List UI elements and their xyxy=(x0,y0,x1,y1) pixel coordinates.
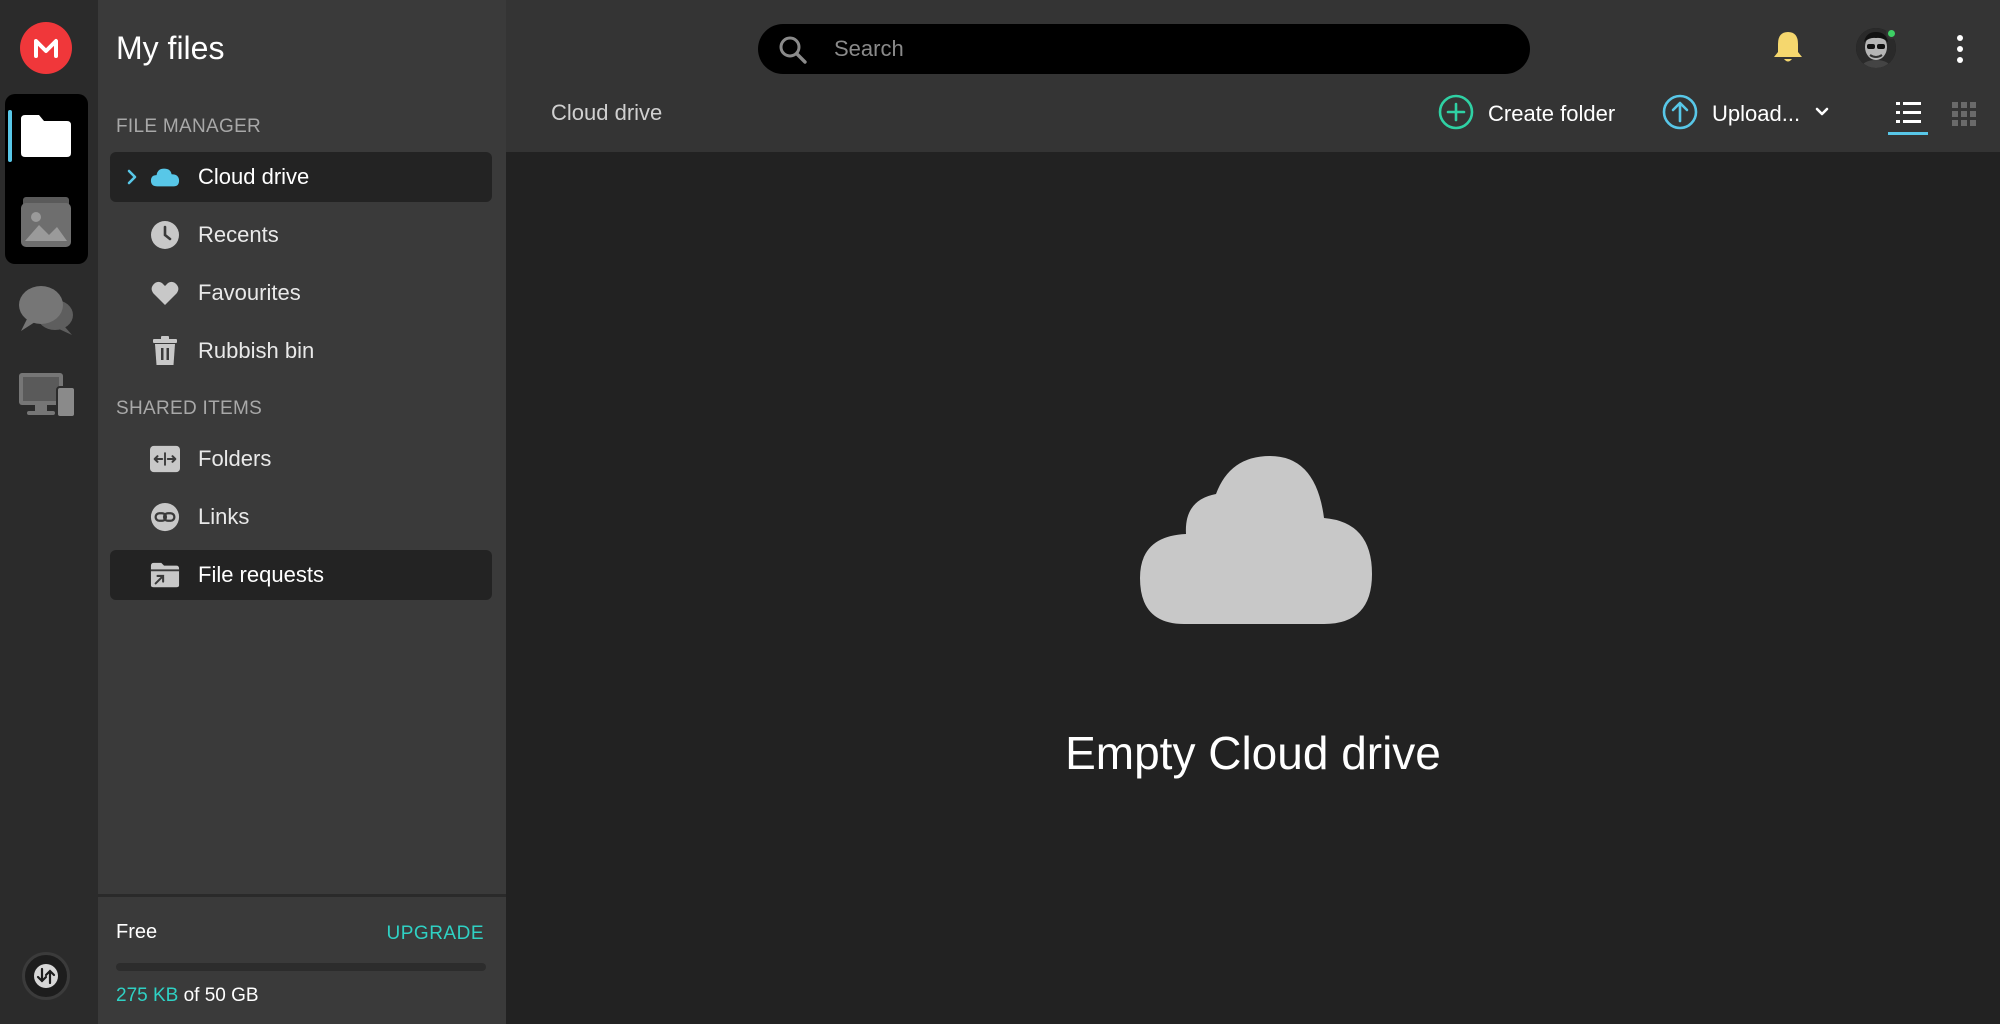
sidebar-title: My files xyxy=(116,30,225,66)
sidebar-item-label: File requests xyxy=(198,562,324,587)
file-request-icon xyxy=(150,560,180,590)
grid-view-icon[interactable] xyxy=(1952,102,1976,131)
sidebar: My files FILE MANAGER Cloud drive Recent… xyxy=(98,0,506,1024)
top-header: Cloud drive Create folder Upload... xyxy=(506,0,2000,152)
notifications-bell-icon[interactable] xyxy=(1772,30,1804,69)
storage-total: of 50 GB xyxy=(178,985,259,1006)
photos-icon[interactable] xyxy=(18,194,74,250)
sidebar-item-label: Favourites xyxy=(198,280,301,305)
upgrade-link[interactable]: UPGRADE xyxy=(387,923,484,945)
section-label-file-manager: FILE MANAGER xyxy=(116,116,262,137)
clock-icon xyxy=(150,220,180,250)
shared-folder-icon xyxy=(150,444,180,474)
chat-icon[interactable] xyxy=(16,282,76,338)
plan-label: Free xyxy=(116,921,158,943)
plus-circle-icon xyxy=(1438,94,1474,135)
chevron-down-icon[interactable] xyxy=(1814,105,1830,123)
heart-icon xyxy=(150,278,180,308)
storage-usage-text: 275 KB of 50 GB xyxy=(116,985,259,1007)
section-label-shared-items: SHARED ITEMS xyxy=(116,398,263,419)
sidebar-item-recents[interactable]: Recents xyxy=(110,210,492,260)
empty-state-title: Empty Cloud drive xyxy=(1065,727,1441,779)
transfers-icon[interactable] xyxy=(22,952,70,1000)
sidebar-item-file-requests[interactable]: File requests xyxy=(110,550,492,600)
empty-cloud-icon xyxy=(1140,456,1372,631)
sidebar-item-folders[interactable]: Folders xyxy=(110,434,492,484)
more-options-icon[interactable] xyxy=(1950,34,1970,64)
upload-arrow-icon xyxy=(1662,94,1698,135)
sidebar-item-label: Rubbish bin xyxy=(198,338,315,363)
sidebar-item-label: Links xyxy=(198,504,250,529)
search-icon xyxy=(778,35,808,70)
online-status-dot xyxy=(1886,28,1897,39)
storage-panel: Free UPGRADE 275 KB of 50 GB xyxy=(98,894,506,1024)
sidebar-item-links[interactable]: Links xyxy=(110,492,492,542)
sidebar-item-label: Cloud drive xyxy=(198,164,310,189)
upload-button[interactable]: Upload... xyxy=(1662,94,1830,135)
main-content: Empty Cloud drive xyxy=(506,152,2000,1024)
sidebar-item-label: Folders xyxy=(198,446,272,471)
sidebar-item-label: Recents xyxy=(198,222,279,247)
breadcrumb[interactable]: Cloud drive xyxy=(551,100,662,126)
upload-label: Upload... xyxy=(1712,101,1801,126)
storage-usage-bar xyxy=(116,963,486,971)
create-folder-label: Create folder xyxy=(1488,101,1616,126)
folder-icon[interactable] xyxy=(18,110,74,162)
mega-logo-icon[interactable] xyxy=(20,22,72,74)
link-icon xyxy=(150,502,180,532)
list-view-icon xyxy=(1888,102,1928,132)
sidebar-item-cloud-drive[interactable]: Cloud drive xyxy=(110,152,492,202)
sidebar-item-rubbish-bin[interactable]: Rubbish bin xyxy=(110,326,492,376)
search-bar[interactable] xyxy=(758,24,1530,74)
rail-active-indicator xyxy=(8,110,12,162)
storage-used: 275 KB xyxy=(116,985,179,1006)
app-rail xyxy=(0,0,98,1024)
devices-icon[interactable] xyxy=(16,368,78,420)
create-folder-button[interactable]: Create folder xyxy=(1438,94,1616,135)
list-view-toggle[interactable] xyxy=(1888,98,1928,135)
trash-icon xyxy=(150,336,180,366)
chevron-right-icon[interactable] xyxy=(122,167,142,187)
sidebar-item-favourites[interactable]: Favourites xyxy=(110,268,492,318)
search-input[interactable] xyxy=(834,30,1494,68)
cloud-icon xyxy=(150,162,180,192)
active-view-underline xyxy=(1888,132,1928,135)
